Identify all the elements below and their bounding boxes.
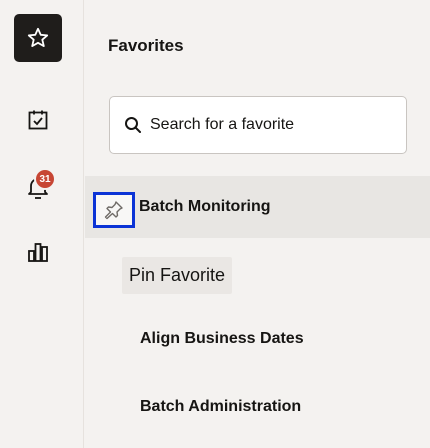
favorites-panel: Favorites Batch Monitoring Pin Favorite … <box>85 0 430 448</box>
favorite-label: Batch Monitoring <box>139 198 271 215</box>
app: 31 Favorites Batch Monitoring <box>0 0 430 448</box>
notification-count-badge: 31 <box>34 168 56 190</box>
pin-favorite-tooltip: Pin Favorite <box>122 257 233 294</box>
menu-item-align-business-dates[interactable]: Align Business Dates <box>140 330 304 348</box>
search-input[interactable] <box>150 116 390 134</box>
favorites-rail-button[interactable] <box>14 14 62 62</box>
bar-chart-icon <box>28 243 48 262</box>
menu-item-batch-administration[interactable]: Batch Administration <box>140 398 301 416</box>
search-icon <box>125 117 141 133</box>
calendar-rail-button[interactable] <box>14 96 62 144</box>
favorite-item-batch-monitoring[interactable]: Batch Monitoring <box>85 176 430 238</box>
navigation-rail: 31 <box>0 0 84 448</box>
reports-rail-button[interactable] <box>14 228 62 276</box>
calendar-check-icon <box>28 110 48 130</box>
pin-icon <box>104 201 123 220</box>
pin-favorite-button[interactable] <box>93 192 135 228</box>
panel-title: Favorites <box>108 36 184 55</box>
search-box[interactable] <box>109 96 407 154</box>
star-icon <box>27 27 49 47</box>
